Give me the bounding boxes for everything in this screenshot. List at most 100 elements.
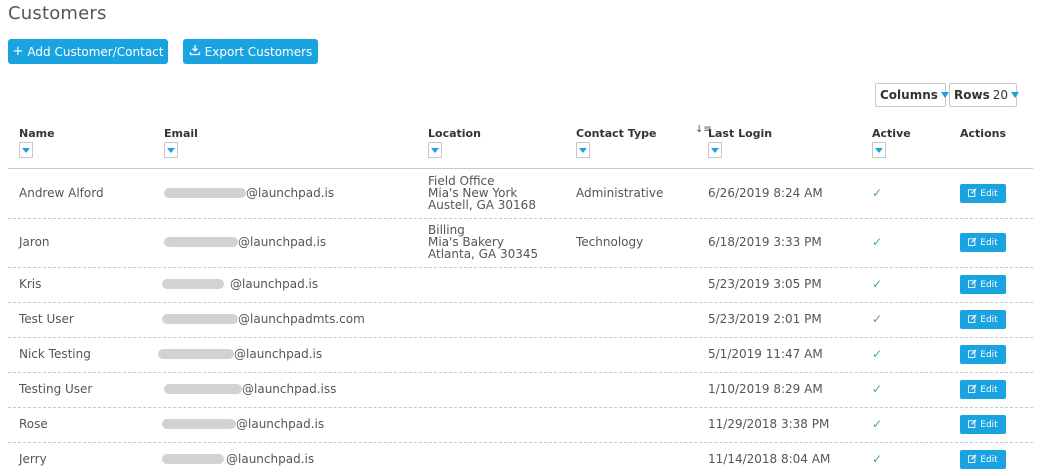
row-divider <box>8 372 1033 373</box>
customer-email: @launchpad.is <box>238 235 327 249</box>
location-line: Atlanta, GA 30345 <box>428 247 539 261</box>
rows-value: 20 <box>992 88 1008 102</box>
header-active[interactable]: Active <box>872 127 911 140</box>
redacted-email-prefix <box>164 188 246 198</box>
customer-name: Jaron <box>19 235 50 249</box>
header-email[interactable]: Email <box>164 127 198 140</box>
redacted-email-prefix <box>158 349 234 359</box>
edit-icon <box>968 348 977 361</box>
row-divider <box>8 218 1033 219</box>
filter-icon <box>711 147 719 153</box>
edit-label: Edit <box>980 237 998 248</box>
redacted-email-prefix <box>162 279 224 289</box>
last-login: 1/10/2019 8:29 AM <box>708 382 823 396</box>
edit-icon <box>968 383 977 396</box>
last-login: 5/1/2019 11:47 AM <box>708 347 823 361</box>
filter-location-button[interactable] <box>428 142 442 158</box>
active-check-icon: ✓ <box>872 452 883 466</box>
edit-label: Edit <box>980 419 998 430</box>
edit-label: Edit <box>980 384 998 395</box>
chevron-down-icon <box>1011 92 1019 98</box>
last-login: 6/26/2019 8:24 AM <box>708 186 823 200</box>
edit-button[interactable]: Edit <box>960 184 1006 203</box>
edit-icon <box>968 236 977 249</box>
edit-button[interactable]: Edit <box>960 345 1006 364</box>
filter-icon <box>22 147 30 153</box>
filter-icon <box>579 147 587 153</box>
header-location[interactable]: Location <box>428 127 481 140</box>
edit-icon <box>968 418 977 431</box>
customer-email: @launchpad.is <box>234 347 323 361</box>
redacted-email-prefix <box>164 384 242 394</box>
edit-label: Edit <box>980 454 998 465</box>
customer-email: @launchpad.is <box>246 186 335 200</box>
redacted-email-prefix <box>162 454 224 464</box>
export-customers-button[interactable]: Export Customers <box>183 39 318 64</box>
edit-label: Edit <box>980 188 998 199</box>
row-divider <box>8 337 1033 338</box>
customer-email: @launchpad.is <box>226 452 315 466</box>
customer-name: Test User <box>19 312 74 326</box>
row-divider <box>8 267 1033 268</box>
customer-email: @launchpad.iss <box>242 382 337 396</box>
edit-button[interactable]: Edit <box>960 380 1006 399</box>
filter-contact-type-button[interactable] <box>576 142 590 158</box>
header-name[interactable]: Name <box>19 127 55 140</box>
header-contact-type[interactable]: Contact Type <box>576 127 656 140</box>
customer-name: Andrew Alford <box>19 186 104 200</box>
chevron-down-icon <box>940 92 949 98</box>
contact-type: Technology <box>576 235 644 249</box>
row-divider <box>8 442 1033 443</box>
customer-name: Rose <box>19 417 48 431</box>
edit-icon <box>968 313 977 326</box>
customer-name: Jerry <box>19 452 47 466</box>
filter-icon <box>431 147 439 153</box>
active-check-icon: ✓ <box>872 347 883 361</box>
active-check-icon: ✓ <box>872 235 883 249</box>
plus-icon: + <box>12 44 24 59</box>
active-check-icon: ✓ <box>872 382 883 396</box>
columns-dropdown[interactable]: Columns <box>875 83 949 107</box>
customer-email: @launchpadmts.com <box>238 312 365 326</box>
edit-button[interactable]: Edit <box>960 233 1006 252</box>
redacted-email-prefix <box>162 419 236 429</box>
filter-icon <box>875 147 883 153</box>
rows-dropdown[interactable]: Rows 20 <box>949 83 1019 107</box>
row-divider <box>8 302 1033 303</box>
filter-active-button[interactable] <box>872 142 886 158</box>
edit-button[interactable]: Edit <box>960 275 1006 294</box>
header-last-login[interactable]: Last Login <box>708 127 772 140</box>
active-check-icon: ✓ <box>872 312 883 326</box>
filter-icon <box>167 147 175 153</box>
contact-type: Administrative <box>576 186 664 200</box>
add-customer-button[interactable]: + Add Customer/Contact <box>8 39 168 64</box>
filter-name-button[interactable] <box>19 142 33 158</box>
active-check-icon: ✓ <box>872 417 883 431</box>
last-login: 5/23/2019 2:01 PM <box>708 312 822 326</box>
edit-button[interactable]: Edit <box>960 450 1006 469</box>
last-login: 6/18/2019 3:33 PM <box>708 235 822 249</box>
export-icon <box>189 44 201 59</box>
customer-email: @launchpad.is <box>230 277 319 291</box>
customer-name: Testing User <box>19 382 93 396</box>
customer-name: Kris <box>19 277 42 291</box>
page-title: Customers <box>8 3 107 24</box>
last-login: 5/23/2019 3:05 PM <box>708 277 822 291</box>
filter-email-button[interactable] <box>164 142 178 158</box>
add-customer-label: Add Customer/Contact <box>27 44 164 59</box>
header-divider <box>8 168 1033 169</box>
redacted-email-prefix <box>162 314 238 324</box>
header-actions: Actions <box>960 127 1006 140</box>
row-divider <box>8 407 1033 408</box>
customer-name: Nick Testing <box>19 347 91 361</box>
edit-icon <box>968 453 977 466</box>
customer-email: @launchpad.is <box>236 417 325 431</box>
active-check-icon: ✓ <box>872 186 883 200</box>
export-customers-label: Export Customers <box>204 44 313 59</box>
columns-label: Columns <box>880 88 938 102</box>
edit-button[interactable]: Edit <box>960 310 1006 329</box>
rows-label: Rows <box>954 88 990 102</box>
filter-last-login-button[interactable] <box>708 142 722 158</box>
edit-button[interactable]: Edit <box>960 415 1006 434</box>
edit-label: Edit <box>980 314 998 325</box>
